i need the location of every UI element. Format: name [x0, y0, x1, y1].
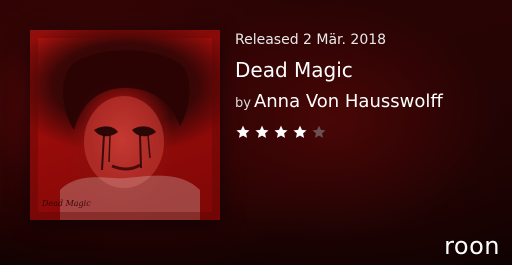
release-date: Released 2 Mär. 2018 — [235, 32, 387, 48]
cover-signature: Dead Magic — [42, 199, 91, 208]
artist-link[interactable]: Anna Von Hausswolff — [254, 91, 443, 112]
star-filled-icon — [236, 125, 250, 138]
roon-logo: roon — [444, 232, 500, 260]
star-filled-icon — [255, 125, 269, 138]
album-info: Released 2 Mär. 2018 Dead Magic by Anna V… — [235, 30, 495, 140]
album-title[interactable]: Dead Magic — [235, 57, 495, 83]
cover-art-image — [30, 30, 220, 220]
album-share-card: Dead Magic Released 2 Mär. 2018 Dead Mag… — [0, 0, 512, 265]
by-label: by — [235, 96, 251, 111]
album-cover[interactable]: Dead Magic — [30, 30, 220, 220]
rating-stars — [235, 124, 495, 140]
star-empty-icon — [312, 125, 326, 138]
artist-line: by Anna Von Hausswolff — [235, 90, 495, 116]
star-filled-icon — [293, 125, 307, 138]
star-filled-icon — [274, 125, 288, 138]
